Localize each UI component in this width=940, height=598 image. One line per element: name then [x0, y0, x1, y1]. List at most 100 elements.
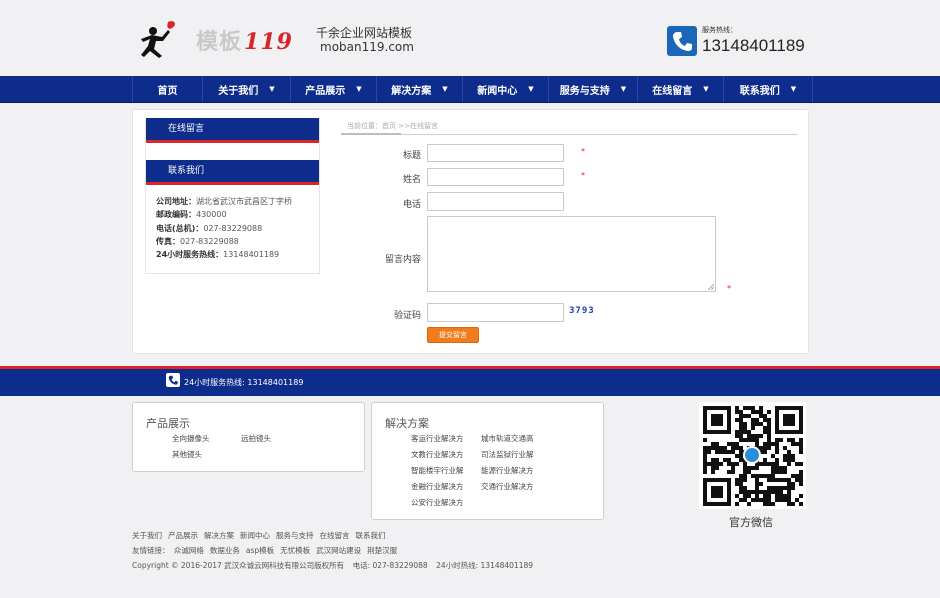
logo[interactable]: 模板119: [196, 24, 293, 56]
nav-item[interactable]: 联系我们 ▼: [724, 76, 813, 102]
footer-solutions-title[interactable]: 解决方案: [385, 415, 429, 431]
footer-solution-link[interactable]: 公安行业解决方: [411, 497, 464, 508]
contact-info: 公司地址：湖北省武汉市武昌区丁字桥 邮政编码：430000 电话(总机)：027-8…: [156, 195, 292, 261]
footer-solution-link[interactable]: 客运行业解决方: [411, 433, 464, 444]
logo-runner-icon: [141, 21, 175, 58]
footer-products-title[interactable]: 产品展示: [146, 415, 190, 431]
submit-button[interactable]: 提交留言: [427, 327, 479, 343]
friend-link[interactable]: 武汉网站建设: [316, 546, 361, 555]
message-textarea[interactable]: [427, 216, 716, 292]
hotline-band: [0, 366, 940, 396]
footer-solution-link[interactable]: 金融行业解决方: [411, 481, 464, 492]
footer-product-link[interactable]: 其他镜头: [172, 449, 202, 460]
phone-icon: [166, 373, 180, 387]
contact-value: 湖北省武汉市武昌区丁字桥: [196, 197, 292, 206]
resize-grip-icon[interactable]: [708, 284, 714, 290]
contact-line: 传真：027-83229088: [156, 235, 292, 248]
friend-link[interactable]: 无忧模板: [280, 546, 310, 555]
nav-item[interactable]: 解决方案 ▼: [377, 76, 463, 102]
required-mark: *: [581, 171, 585, 180]
contact-value: 430000: [196, 210, 227, 220]
friend-link[interactable]: 荆楚汉服: [367, 546, 397, 555]
contact-key: 邮政编码：: [156, 210, 196, 220]
chevron-down-icon: ▼: [269, 85, 275, 93]
contact-line: 24小时服务热线：13148401189: [156, 248, 292, 261]
chevron-down-icon: ▼: [528, 85, 534, 93]
chevron-down-icon: ▼: [703, 85, 709, 93]
chevron-down-icon: ▼: [790, 85, 797, 93]
nav-item-label: 服务与支持: [559, 85, 610, 97]
footer-link[interactable]: 新闻中心: [240, 531, 270, 540]
friend-links-label: 友情链接：: [132, 546, 170, 555]
phone-icon: [667, 26, 697, 56]
qr-label: 官方微信: [729, 516, 773, 529]
hotline-number: 13148401189: [702, 36, 805, 55]
footer-solution-link[interactable]: 能源行业解决方: [481, 465, 534, 476]
contact-key: 传真：: [156, 236, 180, 246]
required-mark: *: [581, 147, 585, 156]
main-nav: 首页 关于我们 ▼ 产品展示 ▼ 解决方案 ▼ 新闻中心 ▼ 服务与支持 ▼ 在线留言 ▼ 联系我们 ▼: [0, 76, 940, 103]
footer-hotline: 24小时热线: 13148401189: [436, 561, 534, 570]
contact-line: 公司地址：湖北省武汉市武昌区丁字桥: [156, 195, 292, 208]
wechat-qr-code: [699, 402, 806, 509]
name-input[interactable]: [427, 168, 564, 186]
nav-item[interactable]: 服务与支持 ▼: [549, 76, 638, 102]
captcha-input[interactable]: [427, 303, 564, 322]
content-label: 留言内容: [384, 255, 421, 265]
footer-product-link[interactable]: 全向摄像头: [172, 433, 210, 444]
hotline-label: 服务热线：: [702, 26, 737, 34]
friend-links-row: 友情链接： 众诚网络 数据业务 asp模板 无忧模板 武汉网站建设 荆楚汉服: [132, 545, 403, 556]
footer-link[interactable]: 联系我们: [356, 531, 386, 540]
footer-link[interactable]: 产品展示: [168, 531, 198, 540]
nav-item[interactable]: 产品展示 ▼: [291, 76, 377, 102]
footer-links-row: 关于我们 产品展示 解决方案 新闻中心 服务与支持 在线留言 联系我们: [132, 530, 392, 541]
nav-item-label: 首页: [157, 85, 178, 97]
site-tagline: 千余企业网站模板 moban119.com: [316, 26, 414, 54]
contact-value: 027-83229088: [203, 223, 263, 233]
chevron-down-icon: ▼: [442, 85, 448, 93]
copyright-row: Copyright © 2016-2017 武汉众诚云网科技有限公司版权所有 电…: [132, 560, 539, 571]
friend-link[interactable]: 众诚网络: [174, 546, 204, 555]
footer-product-link[interactable]: 远拍镜头: [241, 433, 271, 444]
nav-item[interactable]: 关于我们 ▼: [203, 76, 291, 102]
footer-solution-link[interactable]: 城市轨道交通高: [481, 433, 534, 444]
captcha-image[interactable]: 3793: [569, 306, 595, 316]
footer-link[interactable]: 服务与支持: [276, 531, 314, 540]
sidebar-title-contact[interactable]: 联系我们: [146, 160, 319, 185]
logo-text-num: 119: [244, 29, 293, 55]
contact-line: 邮政编码：430000: [156, 208, 292, 221]
breadcrumb-divider: [341, 134, 798, 135]
contact-key: 公司地址：: [156, 197, 196, 206]
chevron-down-icon: ▼: [620, 85, 627, 93]
footer-link[interactable]: 在线留言: [320, 531, 350, 540]
required-mark: *: [727, 284, 731, 293]
nav-item[interactable]: 在线留言 ▼: [638, 76, 724, 102]
contact-key: 24小时服务热线：: [156, 250, 224, 260]
nav-item[interactable]: 首页: [132, 76, 203, 102]
title-label: 标题: [402, 151, 421, 161]
contact-key: 电话(总机)：: [156, 223, 204, 233]
sidebar-title-message[interactable]: 在线留言: [146, 118, 319, 143]
contact-value: 13148401189: [223, 250, 280, 260]
contact-value: 027-83229088: [180, 236, 239, 246]
phone-input[interactable]: [427, 192, 564, 211]
footer-solution-link[interactable]: 司法监狱行业解: [481, 449, 534, 460]
nav-item-label: 关于我们: [218, 85, 259, 97]
nav-item-label: 新闻中心: [477, 85, 518, 97]
title-input[interactable]: [427, 144, 564, 162]
friend-link[interactable]: asp模板: [246, 546, 274, 555]
nav-item[interactable]: 新闻中心 ▼: [463, 76, 549, 102]
chevron-down-icon: ▼: [356, 85, 362, 93]
nav-item-label: 产品展示: [305, 85, 346, 97]
footer-solution-link[interactable]: 交通行业解决方: [481, 481, 534, 492]
footer-solution-link[interactable]: 智能楼宇行业解: [411, 465, 464, 476]
contact-line: 电话(总机)：027-83229088: [156, 222, 292, 235]
tagline-domain: moban119.com: [320, 40, 414, 54]
footer-link[interactable]: 关于我们: [132, 531, 162, 540]
phone-label: 电话: [402, 200, 421, 210]
band-hotline-text: 24小时服务热线: 13148401189: [184, 378, 304, 387]
friend-link[interactable]: 数据业务: [210, 546, 240, 555]
footer-solution-link[interactable]: 文教行业解决方: [411, 449, 464, 460]
nav-item-label: 在线留言: [652, 85, 693, 97]
footer-link[interactable]: 解决方案: [204, 531, 234, 540]
